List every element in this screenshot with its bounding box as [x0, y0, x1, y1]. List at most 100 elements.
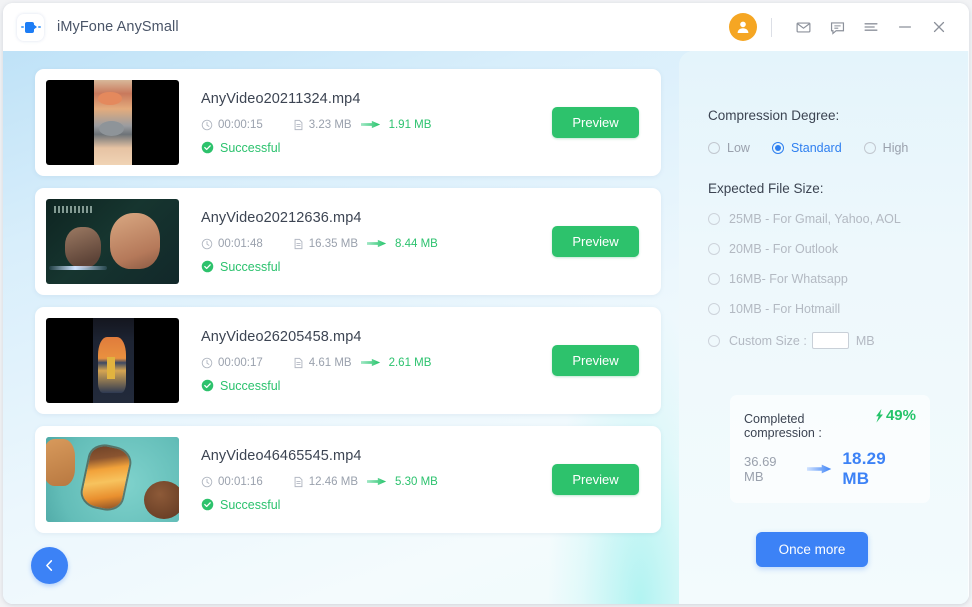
radio-label: High	[882, 141, 909, 155]
file-info: AnyVideo20212636.mp4 00:01:48 16.35 MB 8…	[179, 210, 552, 274]
radio-size-20mb[interactable]: 20MB - For Outlook	[708, 242, 969, 256]
file-icon	[294, 119, 303, 130]
preview-button[interactable]: Preview	[552, 226, 639, 257]
duration: 00:01:48	[201, 238, 263, 250]
original-size: 3.23 MB	[293, 119, 352, 131]
custom-size-input[interactable]	[811, 332, 849, 349]
menu-icon[interactable]	[854, 10, 888, 44]
file-info: AnyVideo20211324.mp4 00:00:15 3.23 MB 1.…	[179, 91, 552, 155]
file-meta: 00:01:48 16.35 MB 8.44 MB	[201, 238, 552, 250]
preview-button[interactable]: Preview	[552, 107, 639, 138]
status-text: Successful	[220, 259, 281, 274]
clock-icon	[201, 238, 213, 249]
radio-circle-icon	[708, 273, 720, 285]
radio-label: 25MB - For Gmail, Yahoo, AOL	[729, 212, 901, 226]
video-thumbnail	[46, 318, 179, 403]
compression-degree-label: Compression Degree:	[708, 108, 840, 123]
custom-size-label: Custom Size :	[729, 333, 807, 348]
check-circle-icon	[201, 141, 214, 154]
original-size: 12.46 MB	[293, 476, 358, 488]
radio-label: 20MB - For Outlook	[729, 242, 839, 256]
duration-text: 00:01:16	[218, 475, 263, 488]
app-logo	[17, 13, 44, 41]
new-size-text: 8.44 MB	[395, 237, 438, 250]
feedback-icon[interactable]	[820, 10, 854, 44]
radio-circle-icon	[708, 142, 720, 154]
close-icon[interactable]	[922, 10, 956, 44]
file-meta: 00:00:15 3.23 MB 1.91 MB	[201, 119, 552, 131]
compression-percent: 49%	[874, 407, 916, 424]
radio-size-16mb[interactable]: 16MB- For Whatsapp	[708, 272, 969, 286]
file-icon	[294, 357, 303, 368]
radio-size-25mb[interactable]: 25MB - For Gmail, Yahoo, AOL	[708, 212, 969, 226]
radio-degree-standard[interactable]: Standard	[771, 141, 842, 155]
file-name: AnyVideo46465545.mp4	[201, 447, 362, 464]
file-name: AnyVideo26205458.mp4	[201, 328, 362, 345]
duration: 00:00:17	[201, 357, 263, 369]
radio-circle-icon	[708, 243, 720, 255]
file-list: AnyVideo20211324.mp4 00:00:15 3.23 MB 1.…	[3, 69, 679, 533]
mail-icon[interactable]	[786, 10, 820, 44]
original-size: 4.61 MB	[293, 357, 352, 369]
radio-label: 16MB- For Whatsapp	[729, 272, 848, 286]
chevron-left-icon	[46, 560, 53, 571]
file-info: AnyVideo26205458.mp4 00:00:17 4.61 MB 2.…	[179, 329, 552, 393]
account-avatar[interactable]	[729, 13, 757, 41]
status-badge: Successful	[201, 498, 552, 512]
radio-circle-icon	[708, 213, 720, 225]
file-card[interactable]: AnyVideo26205458.mp4 00:00:17 4.61 MB 2.…	[35, 307, 661, 414]
video-thumbnail	[46, 80, 179, 165]
original-size: 16.35 MB	[293, 238, 358, 250]
status-badge: Successful	[201, 141, 552, 155]
video-thumbnail	[46, 437, 179, 522]
duration-text: 00:00:17	[218, 356, 263, 369]
titlebar-divider	[771, 17, 772, 37]
back-button[interactable]	[31, 547, 68, 584]
radio-size-10mb[interactable]: 10MB - For Hotmaill	[708, 302, 969, 316]
settings-pane: Compression Degree: Low Standard High Ex…	[679, 51, 969, 604]
preview-button[interactable]: Preview	[552, 345, 639, 376]
radio-label: Low	[727, 141, 750, 155]
file-card[interactable]: AnyVideo20212636.mp4 00:01:48 16.35 MB 8…	[35, 188, 661, 295]
minimize-icon[interactable]	[888, 10, 922, 44]
compression-result-card: Completed compression : 49% 36.69 MB 18.…	[730, 395, 930, 503]
video-camera-icon	[21, 21, 41, 33]
original-total-size: 36.69 MB	[744, 453, 777, 484]
check-circle-icon	[201, 498, 214, 511]
radio-circle-icon	[708, 334, 720, 347]
new-total-size: 18.29 MB	[842, 448, 886, 488]
content-area: AnyVideo20211324.mp4 00:00:15 3.23 MB 1.…	[3, 51, 969, 604]
file-icon	[294, 476, 303, 487]
original-size-text: 16.35 MB	[308, 237, 358, 250]
radio-size-custom[interactable]: Custom Size : MB	[708, 332, 969, 349]
arrow-right-icon	[367, 239, 387, 248]
radio-label: 10MB - For Hotmaill	[729, 302, 841, 316]
file-list-pane: AnyVideo20211324.mp4 00:00:15 3.23 MB 1.…	[3, 51, 679, 604]
file-name: AnyVideo20211324.mp4	[201, 90, 361, 107]
once-more-button[interactable]: Once more	[756, 531, 868, 567]
check-circle-icon	[201, 379, 214, 392]
file-card[interactable]: AnyVideo20211324.mp4 00:00:15 3.23 MB 1.…	[35, 69, 661, 176]
duration-text: 00:01:48	[218, 237, 263, 250]
duration-text: 00:00:15	[218, 118, 263, 131]
app-title: iMyFone AnySmall	[57, 19, 179, 35]
arrow-down-icon	[876, 408, 883, 423]
file-card[interactable]: AnyVideo46465545.mp4 00:01:16 12.46 MB 5…	[35, 426, 661, 533]
completed-compression-label: Completed compression :	[744, 411, 822, 440]
radio-degree-high[interactable]: High	[863, 141, 909, 155]
arrow-right-icon	[367, 477, 387, 486]
clock-icon	[201, 357, 213, 368]
preview-button[interactable]: Preview	[552, 464, 639, 495]
file-name: AnyVideo20212636.mp4	[201, 209, 362, 226]
new-size-text: 2.61 MB	[388, 356, 432, 369]
radio-degree-low[interactable]: Low	[708, 141, 750, 155]
status-text: Successful	[220, 497, 281, 512]
original-size-text: 12.46 MB	[308, 475, 358, 488]
duration: 00:01:16	[201, 476, 263, 488]
status-badge: Successful	[201, 260, 552, 274]
file-icon	[294, 238, 303, 249]
radio-circle-selected-icon	[771, 142, 784, 154]
original-size-text: 3.23 MB	[308, 118, 352, 131]
arrow-right-icon	[360, 358, 380, 367]
status-badge: Successful	[201, 379, 552, 393]
